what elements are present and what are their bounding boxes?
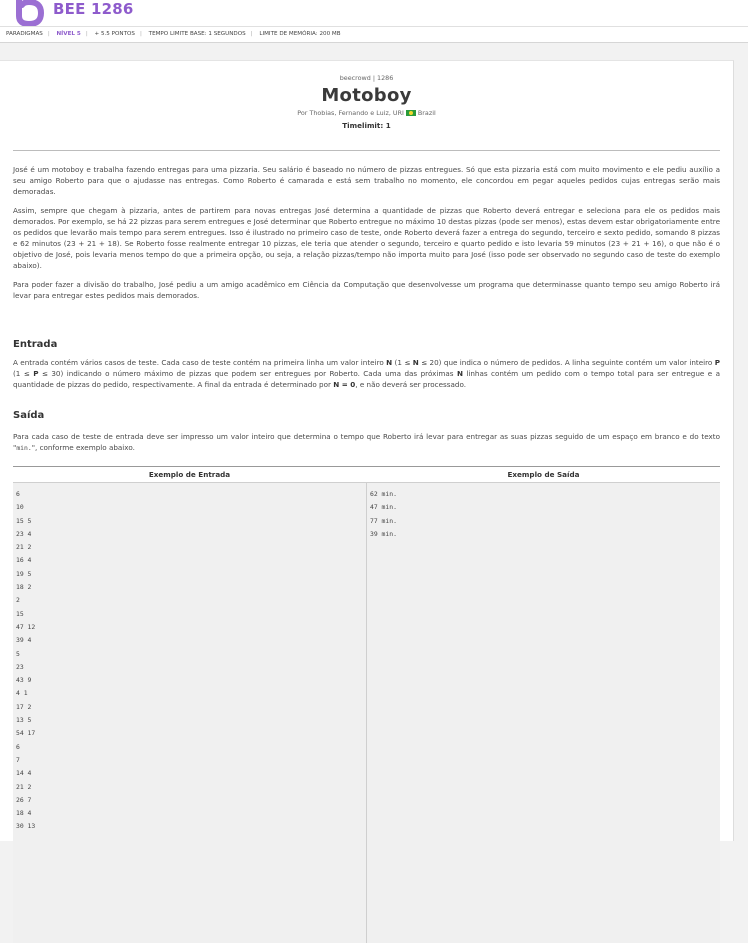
- example-output-cell[interactable]: 62 min. 47 min. 77 min. 39 min.: [367, 483, 720, 943]
- meta-points: + 5.5 PONTOS: [94, 31, 135, 37]
- header-divider: [13, 150, 720, 151]
- problem-header: beecrowd | 1286 Motoboy Por Thobias, Fer…: [0, 61, 733, 130]
- description-paragraph: Assim, sempre que chegam à pizzaria, ant…: [13, 206, 720, 270]
- problem-author: Por Thobias, Fernando e Luiz, URI Brazil: [0, 109, 733, 117]
- problem-timelimit: Timelimit: 1: [342, 121, 391, 130]
- example-input-text[interactable]: 6 10 15 5 23 4 21 2 16 4 19 5 18 2 2 15 …: [13, 483, 366, 834]
- beecrowd-logo-icon[interactable]: [12, 0, 46, 26]
- input-description: A entrada contém vários casos de teste. …: [13, 358, 721, 389]
- description-paragraph: José é um motoboy e trabalha fazendo ent…: [13, 165, 720, 196]
- meta-time-limit: TEMPO LIMITE BASE: 1 SEGUNDOS: [148, 31, 246, 37]
- problem-meta-bar: PARADIGMAS | NÍVEL 5 | + 5.5 PONTOS | TEMPO…: [0, 26, 748, 43]
- input-heading: Entrada: [13, 339, 58, 350]
- output-code: min.: [16, 444, 32, 452]
- meta-memory-limit: LIMITE DE MEMÓRIA: 200 MB: [259, 31, 341, 37]
- author-names: Por Thobias, Fernando e Luiz, URI: [297, 109, 404, 117]
- example-output-header: Exemplo de Saída: [507, 470, 580, 479]
- meta-category[interactable]: PARADIGMAS: [6, 27, 43, 42]
- example-input-header: Exemplo de Entrada: [148, 470, 231, 479]
- top-bar: BEE 1286: [0, 0, 748, 26]
- problem-title: Motoboy: [321, 85, 412, 106]
- output-heading: Saída: [13, 410, 45, 421]
- problem-panel: beecrowd | 1286 Motoboy Por Thobias, Fer…: [0, 60, 734, 943]
- author-country: Brazil: [417, 109, 436, 117]
- output-description: Para cada caso de teste de entrada deve …: [13, 432, 720, 452]
- example-input-cell[interactable]: 6 10 15 5 23 4 21 2 16 4 19 5 18 2 2 15 …: [13, 483, 366, 943]
- table-top-border: [13, 466, 720, 467]
- example-output-text[interactable]: 62 min. 47 min. 77 min. 39 min.: [367, 483, 720, 541]
- description-paragraph: Para poder fazer a divisão do trabalho, …: [13, 280, 720, 300]
- problem-code-title: BEE 1286: [53, 0, 134, 18]
- meta-level: NÍVEL 5: [56, 31, 81, 37]
- problem-description: José é um motoboy e trabalha fazendo ent…: [13, 164, 720, 309]
- problem-crumb: beecrowd | 1286: [339, 74, 394, 82]
- brazil-flag-icon: [405, 110, 416, 116]
